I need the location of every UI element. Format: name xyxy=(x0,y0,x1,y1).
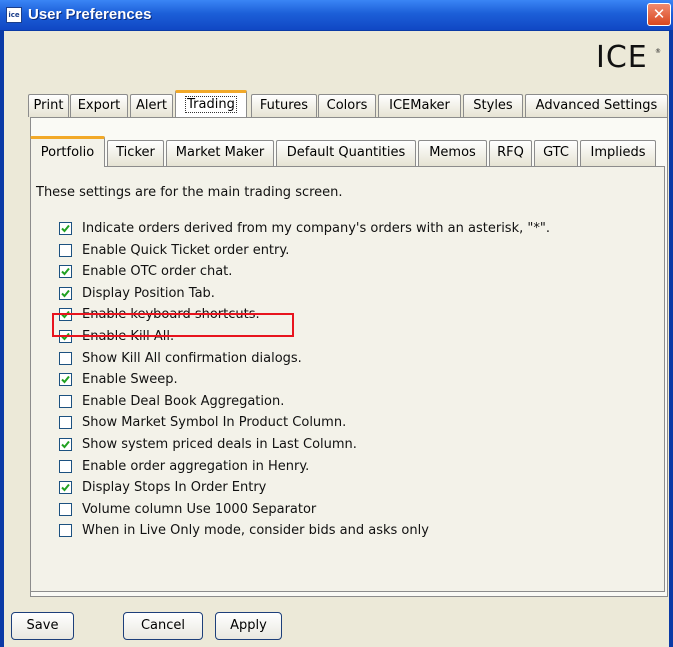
checkbox-checked[interactable] xyxy=(59,481,72,495)
logo-trademark: ® xyxy=(655,48,661,55)
save-button[interactable]: Save xyxy=(11,612,74,640)
subtab-label: Portfolio xyxy=(40,145,95,160)
tab-label: Export xyxy=(77,98,121,113)
subtab-label: RFQ xyxy=(497,145,524,160)
tab-styles[interactable]: Styles xyxy=(463,94,523,117)
tab-trading[interactable]: Trading xyxy=(175,90,247,117)
checkbox-checked[interactable] xyxy=(59,265,72,279)
title-bar[interactable]: ice User Preferences ✕ xyxy=(0,0,673,31)
checkbox-checked[interactable] xyxy=(59,373,72,387)
subtab-rfq[interactable]: RFQ xyxy=(489,140,532,166)
option-label: Show system priced deals in Last Column. xyxy=(82,437,357,452)
option-label: Enable OTC order chat. xyxy=(82,264,233,280)
cancel-button[interactable]: Cancel xyxy=(123,612,203,640)
tab-icemaker[interactable]: ICEMaker xyxy=(378,94,461,117)
option-label: Enable Sweep. xyxy=(82,372,178,388)
checkbox-unchecked[interactable] xyxy=(59,524,72,538)
checkmark-icon xyxy=(61,484,70,492)
subtab-memos[interactable]: Memos xyxy=(418,140,487,166)
tab-label: Print xyxy=(33,98,64,113)
checkbox-unchecked[interactable] xyxy=(59,502,72,516)
subtab-gtc[interactable]: GTC xyxy=(534,140,578,166)
checkbox-checked[interactable] xyxy=(59,438,72,451)
checkbox-checked[interactable] xyxy=(59,286,72,300)
subtab-default-quantities[interactable]: Default Quantities xyxy=(276,140,416,166)
app-icon: ice xyxy=(6,7,22,23)
checkmark-icon xyxy=(61,268,70,276)
subtab-label: Memos xyxy=(429,145,476,160)
subtab-ticker[interactable]: Ticker xyxy=(107,140,164,166)
ice-logo: ICE xyxy=(596,40,648,75)
apply-button[interactable]: Apply xyxy=(215,612,282,640)
option-label: Display Stops In Order Entry xyxy=(82,480,267,496)
checkbox-unchecked[interactable] xyxy=(59,459,72,473)
option-label: Show Kill All confirmation dialogs. xyxy=(82,350,302,366)
checkbox-unchecked[interactable] xyxy=(59,416,72,430)
highlight-box xyxy=(52,313,294,337)
option-label: Enable Quick Ticket order entry. xyxy=(82,242,290,258)
tab-label: Futures xyxy=(259,98,309,113)
option-label: Enable order aggregation in Henry. xyxy=(82,458,310,474)
window-title: User Preferences xyxy=(28,6,152,23)
checkmark-icon xyxy=(61,224,70,233)
tab-advanced-settings[interactable]: Advanced Settings xyxy=(525,94,668,117)
tab-label: Styles xyxy=(473,98,513,113)
intro-text: These settings are for the main trading … xyxy=(36,185,343,200)
close-icon[interactable]: ✕ xyxy=(647,3,671,26)
subtab-portfolio[interactable]: Portfolio xyxy=(30,136,105,167)
tab-label: Colors xyxy=(326,98,368,113)
checkbox-unchecked[interactable] xyxy=(59,243,72,257)
checkbox-unchecked[interactable] xyxy=(59,351,72,365)
option-label: Volume column Use 1000 Separator xyxy=(82,501,317,517)
tab-alert[interactable]: Alert xyxy=(130,94,173,117)
subtab-label: Market Maker xyxy=(175,145,265,160)
subtab-label: Default Quantities xyxy=(286,145,406,160)
option-label: When in Live Only mode, consider bids an… xyxy=(82,523,429,539)
preferences-window: ice User Preferences ✕ ICE ® Print Export… xyxy=(0,0,673,647)
checkmark-icon xyxy=(61,440,70,449)
option-label: Indicate orders derived from my company'… xyxy=(82,221,550,236)
tab-label: Trading xyxy=(185,96,237,113)
tab-futures[interactable]: Futures xyxy=(251,94,317,117)
tab-export[interactable]: Export xyxy=(70,94,128,117)
checkmark-icon xyxy=(61,376,70,384)
subtab-implieds[interactable]: Implieds xyxy=(580,140,656,166)
checkbox-unchecked[interactable] xyxy=(59,394,72,408)
tab-print[interactable]: Print xyxy=(28,94,69,117)
option-label: Show Market Symbol In Product Column. xyxy=(82,415,347,431)
checkbox-checked[interactable] xyxy=(59,222,72,235)
tab-label: Advanced Settings xyxy=(535,98,658,113)
tab-colors[interactable]: Colors xyxy=(318,94,376,117)
option-label: Enable Deal Book Aggregation. xyxy=(82,393,285,409)
subtab-label: Ticker xyxy=(116,145,155,160)
tab-label: ICEMaker xyxy=(389,98,450,113)
tab-label: Alert xyxy=(136,98,167,113)
subtab-label: GTC xyxy=(543,145,569,160)
subtab-market-maker[interactable]: Market Maker xyxy=(166,140,274,166)
window-border-right xyxy=(669,30,673,647)
checkmark-icon xyxy=(61,289,70,298)
option-label: Display Position Tab. xyxy=(82,285,215,301)
subtab-label: Implieds xyxy=(590,145,646,160)
